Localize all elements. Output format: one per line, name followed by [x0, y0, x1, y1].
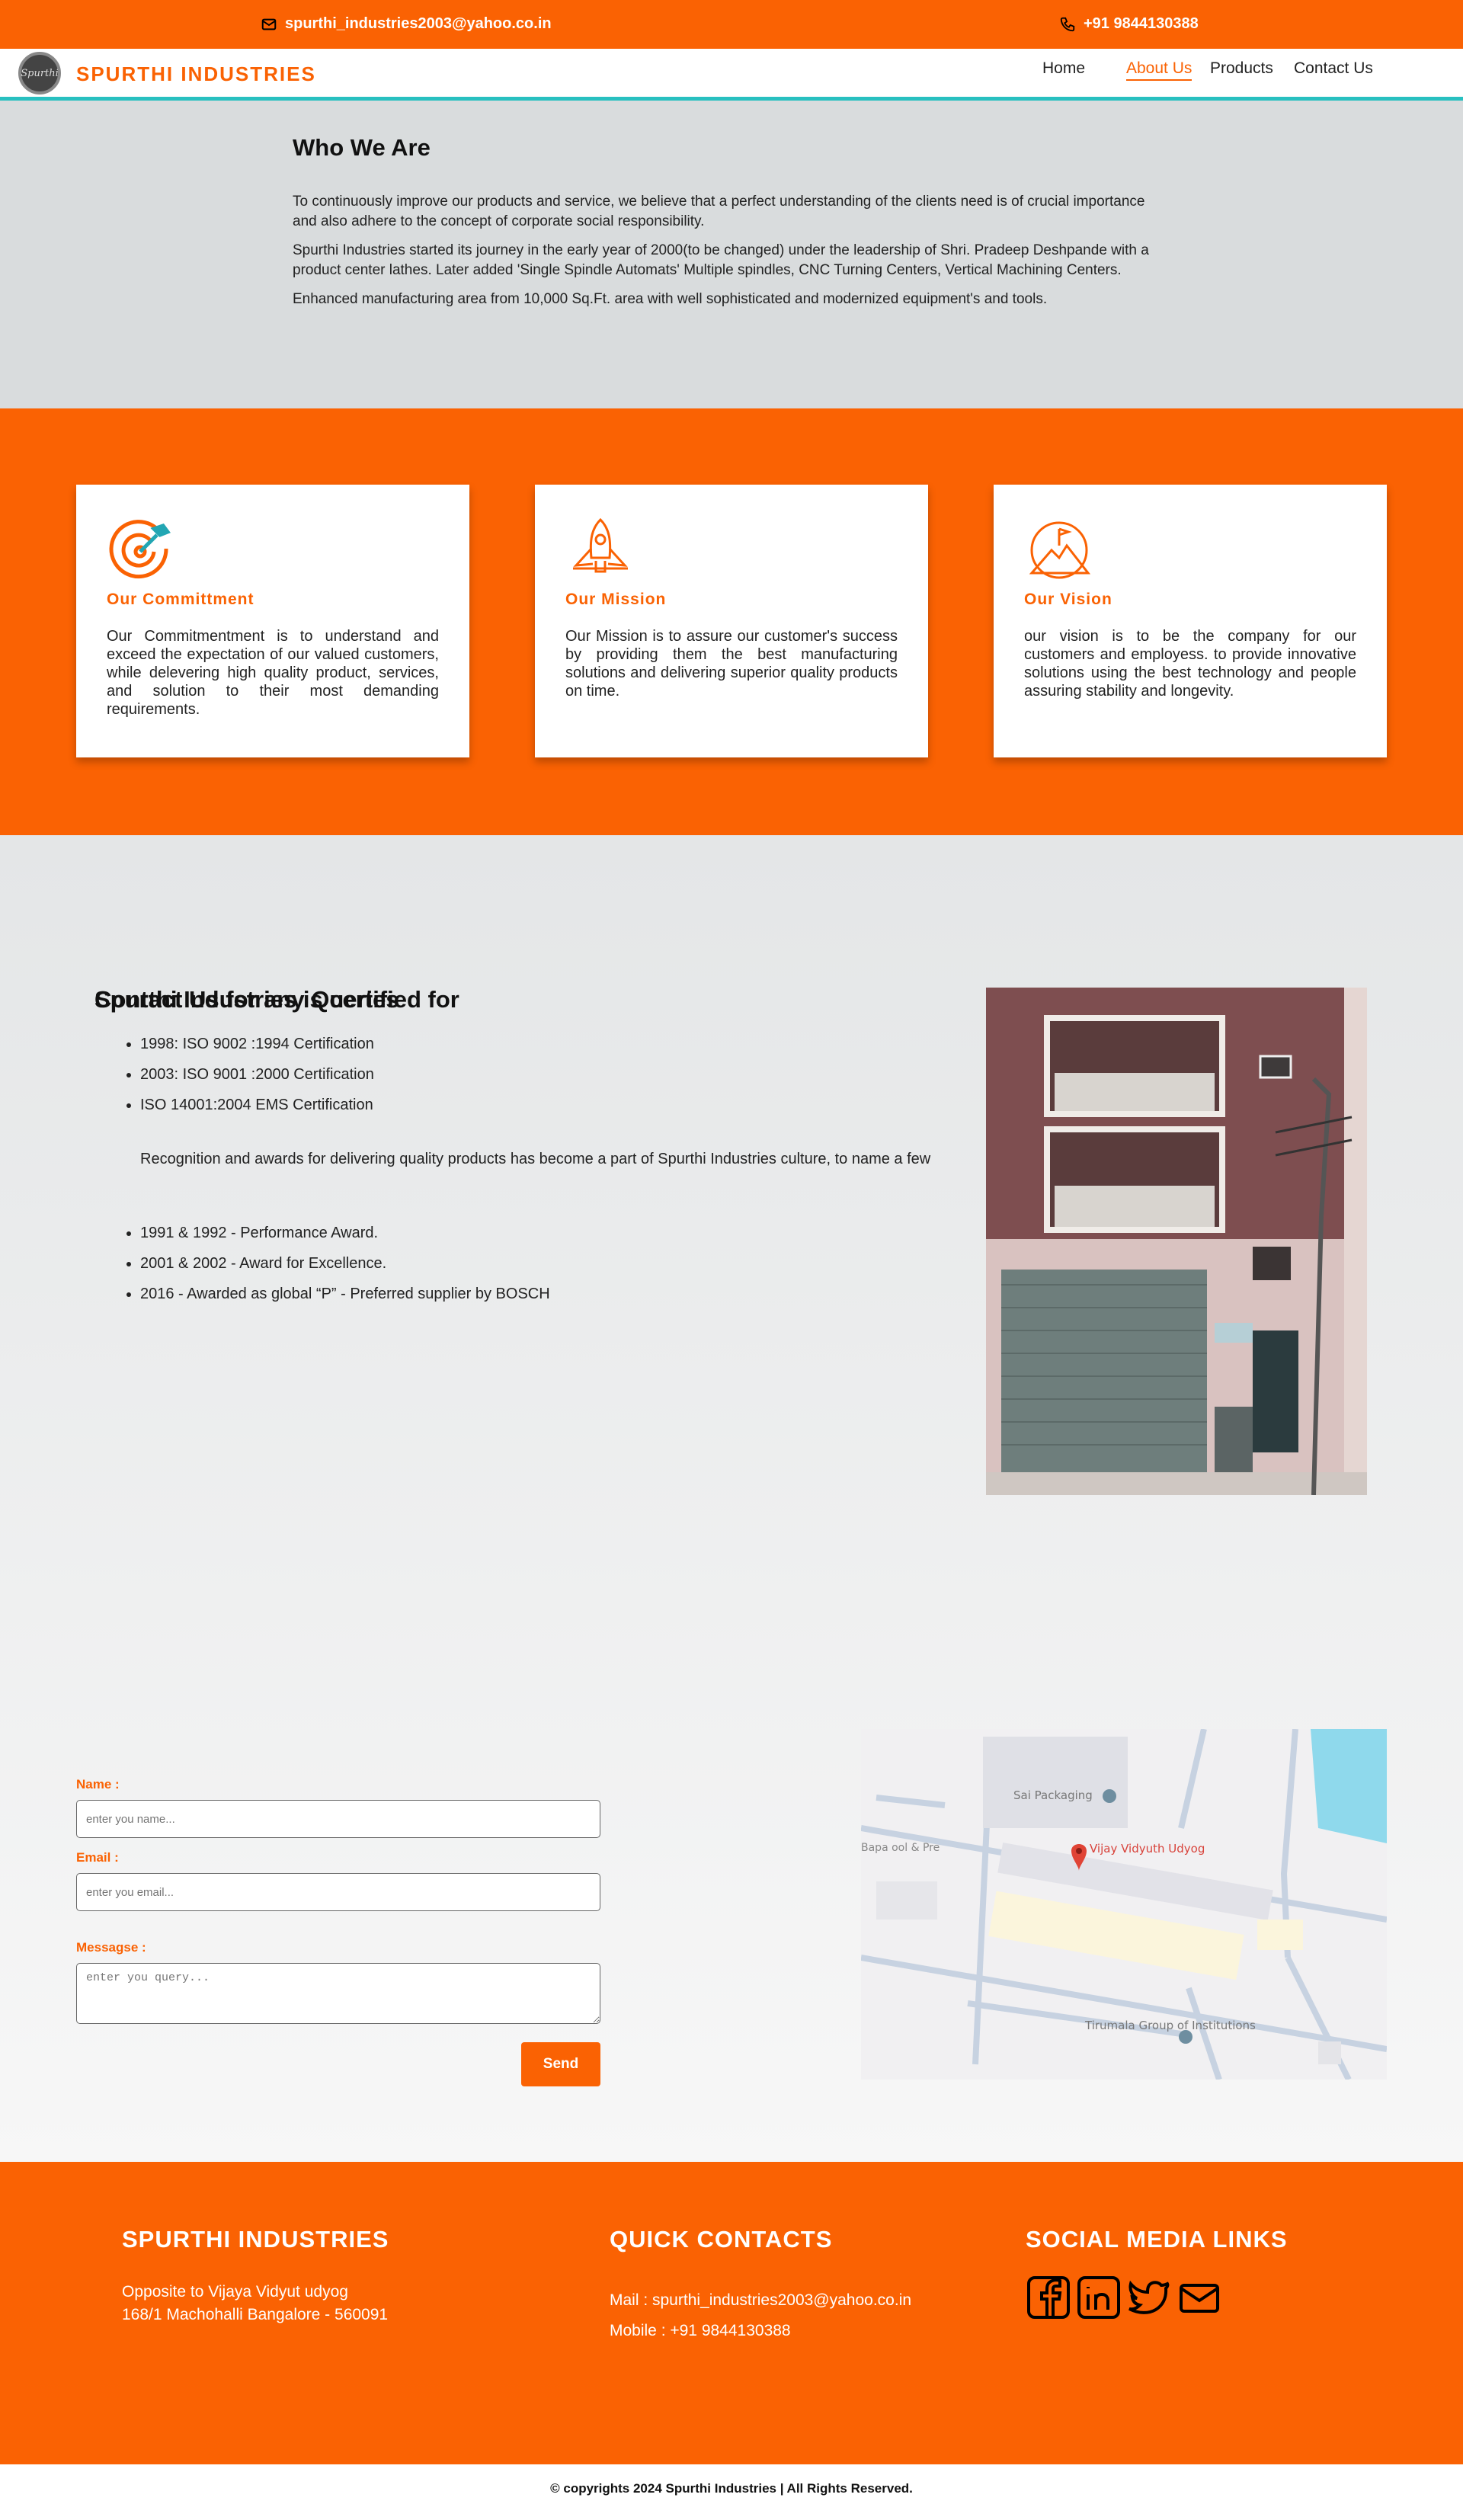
envelope-icon	[261, 18, 277, 30]
who-we-are-title: Who We Are	[293, 134, 431, 161]
recognition-text: Recognition and awards for delivering qu…	[140, 1151, 931, 1167]
factory-building-photo	[986, 988, 1367, 1495]
commitment-title: Our Committment	[107, 591, 255, 608]
topbar-phone-text: +91 9844130388	[1084, 15, 1199, 32]
phone-icon	[1060, 17, 1075, 31]
list-item: 2003: ISO 9001 :2000 Certification	[140, 1059, 374, 1090]
vision-card: Our Vision our vision is to be the compa…	[994, 485, 1387, 757]
topbar-email[interactable]: spurthi_industries2003@yahoo.co.in	[261, 15, 552, 33]
footer-address-line: Opposite to Vijaya Vidyut udyog	[122, 2283, 348, 2301]
footer-social-title: SOCIAL MEDIA LINKS	[1026, 2226, 1288, 2253]
mission-title: Our Mission	[565, 591, 667, 608]
contact-form-title: Contact Us for any Queries	[94, 986, 399, 1013]
footer-address: Opposite to Vijaya Vidyut udyog 168/1 Ma…	[122, 2281, 388, 2326]
location-map[interactable]: Sai Packaging Vijay Vidyuth Udyog Tiruma…	[861, 1729, 1387, 2080]
email-input[interactable]	[76, 1873, 600, 1911]
mission-card: Our Mission Our Mission is to assure our…	[535, 485, 928, 757]
top-contact-bar: spurthi_industries2003@yahoo.co.in +91 9…	[0, 0, 1463, 49]
logo-text: Spurthi	[21, 67, 59, 79]
footer-company-title: SPURTHI INDUSTRIES	[122, 2226, 389, 2253]
footer-mobile[interactable]: Mobile : +91 9844130388	[610, 2316, 911, 2346]
who-paragraph: To continuously improve our products and…	[293, 194, 1145, 229]
send-button[interactable]: Send	[521, 2042, 600, 2086]
list-item: 1998: ISO 9002 :1994 Certification	[140, 1029, 374, 1059]
list-item: 2016 - Awarded as global “P” - Preferred…	[140, 1279, 550, 1309]
nav-about-us[interactable]: About Us	[1126, 59, 1192, 81]
values-section: Our Committment Our Commitmentment is to…	[0, 408, 1463, 835]
site-footer: SPURTHI INDUSTRIES Opposite to Vijaya Vi…	[0, 2162, 1463, 2464]
nav-contact-us[interactable]: Contact Us	[1294, 59, 1373, 78]
nav-home[interactable]: Home	[1042, 59, 1085, 78]
copyright-notice: © copyrights 2024 Spurthi Industries | A…	[0, 2464, 1463, 2512]
name-input[interactable]	[76, 1800, 600, 1838]
footer-address-line: 168/1 Machohalli Bangalore - 560091	[122, 2306, 389, 2323]
map-label-tirumala: Tirumala Group of Institutions	[1084, 2019, 1256, 2032]
map-label-sai-packaging: Sai Packaging	[1013, 1788, 1093, 1802]
message-label: Messagse :	[76, 1940, 146, 1955]
footer-contacts: Mail : spurthi_industries2003@yahoo.co.i…	[610, 2285, 911, 2346]
who-paragraph: Enhanced manufacturing area from 10,000 …	[293, 291, 1048, 307]
nav-products[interactable]: Products	[1210, 59, 1273, 78]
topbar-email-text: spurthi_industries2003@yahoo.co.in	[285, 15, 552, 32]
who-we-are-section: Who We Are To continuously improve our p…	[0, 101, 1463, 408]
list-item: ISO 14001:2004 EMS Certification	[140, 1090, 374, 1120]
message-textarea[interactable]	[76, 1963, 600, 2024]
facebook-icon[interactable]	[1026, 2275, 1071, 2320]
commitment-card: Our Committment Our Commitmentment is to…	[76, 485, 469, 757]
footer-mail[interactable]: Mail : spurthi_industries2003@yahoo.co.i…	[610, 2285, 911, 2316]
map-label-vijay-vidyuth: Vijay Vidyuth Udyog	[1090, 1842, 1205, 1856]
mail-icon[interactable]	[1176, 2275, 1222, 2320]
linkedin-icon[interactable]	[1076, 2275, 1122, 2320]
list-item: 2001 & 2002 - Award for Excellence.	[140, 1248, 550, 1279]
mission-text: Our Mission is to assure our customer's …	[565, 628, 898, 700]
who-we-are-text: To continuously improve our products and…	[293, 192, 1169, 319]
mountain-flag-icon	[1029, 521, 1091, 579]
topbar-phone[interactable]: +91 9844130388	[1059, 15, 1199, 33]
footer-quick-contacts-title: QUICK CONTACTS	[610, 2226, 833, 2253]
vision-title: Our Vision	[1024, 591, 1112, 608]
twitter-icon[interactable]	[1126, 2275, 1172, 2320]
navbar: Spurthi SPURTHI INDUSTRIES Home About Us…	[0, 49, 1463, 101]
awards-list: 1991 & 1992 - Performance Award. 2001 & …	[140, 1218, 550, 1309]
name-label: Name :	[76, 1777, 120, 1792]
target-icon	[109, 520, 171, 579]
certifications-section: Spurthi Industries is certified for 1998…	[0, 835, 1463, 2162]
company-logo[interactable]: Spurthi	[18, 52, 61, 94]
rocket-icon	[573, 517, 628, 573]
email-label: Email :	[76, 1850, 119, 1865]
commitment-text: Our Commitmentment is to understand and …	[107, 628, 439, 718]
list-item: 1991 & 1992 - Performance Award.	[140, 1218, 550, 1248]
social-links	[1026, 2275, 1222, 2320]
who-paragraph: Spurthi Industries started its journey i…	[293, 242, 1149, 278]
vision-text: our vision is to be the company for our …	[1024, 628, 1356, 700]
brand-name[interactable]: SPURTHI INDUSTRIES	[76, 62, 316, 86]
map-label-school: Bapa ool & Pre	[861, 1842, 940, 1854]
certification-list: 1998: ISO 9002 :1994 Certification 2003:…	[140, 1029, 374, 1120]
